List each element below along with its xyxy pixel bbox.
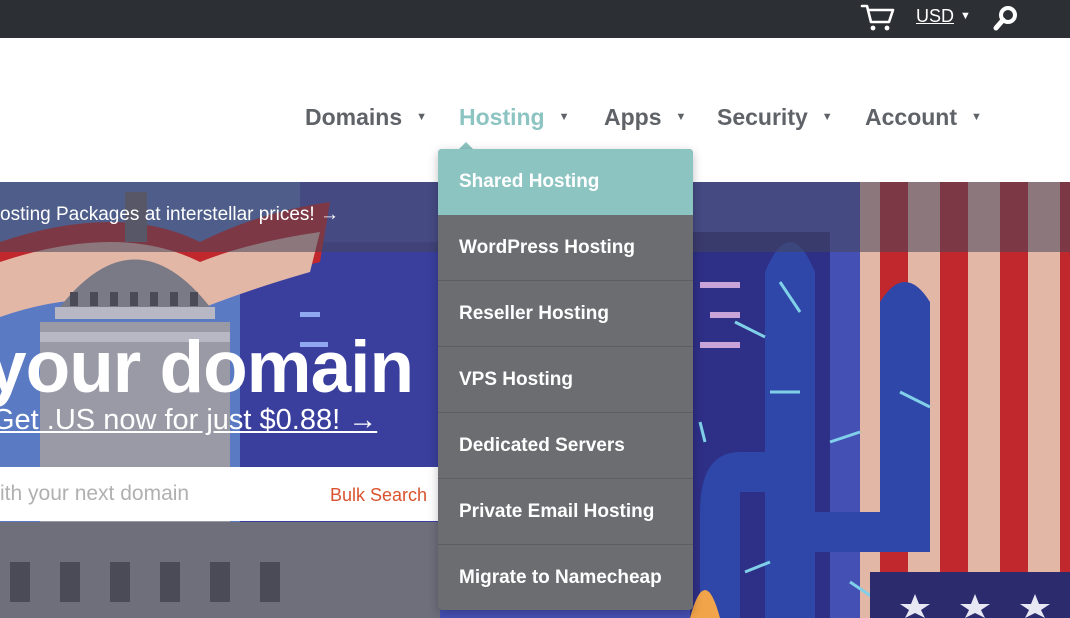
- currency-selector[interactable]: USD ▼: [916, 6, 971, 27]
- menu-item-wordpress-hosting[interactable]: WordPress Hosting: [438, 215, 693, 281]
- nav-item-apps[interactable]: Apps ▼: [604, 104, 686, 131]
- chevron-down-icon: ▼: [821, 111, 833, 123]
- chevron-down-icon: ▼: [960, 10, 971, 22]
- search-icon[interactable]: [992, 4, 1020, 32]
- domain-search-box: Bulk Search: [0, 467, 438, 521]
- nav-item-domains[interactable]: Domains ▼: [305, 104, 427, 131]
- nav-item-label: Hosting: [459, 104, 545, 130]
- menu-item-dedicated-servers[interactable]: Dedicated Servers: [438, 413, 693, 479]
- nav-item-hosting[interactable]: Hosting ▼: [459, 104, 570, 131]
- menu-item-shared-hosting[interactable]: Shared Hosting: [438, 149, 693, 215]
- hero-subline-link[interactable]: Get .US now for just $0.88! →: [0, 404, 377, 437]
- nav-item-label: Apps: [604, 104, 662, 130]
- nav-item-label: Domains: [305, 104, 403, 130]
- hero-headline: your domain: [0, 327, 414, 408]
- bulk-search-link[interactable]: Bulk Search: [330, 485, 427, 506]
- chevron-down-icon: ▼: [558, 111, 570, 123]
- chevron-down-icon: ▼: [971, 111, 982, 123]
- currency-label: USD: [916, 6, 955, 26]
- domain-search-input[interactable]: [0, 467, 320, 521]
- chevron-down-icon: ▼: [675, 111, 687, 123]
- nav-item-account[interactable]: Account ▼: [865, 104, 982, 131]
- hosting-dropdown-menu: Shared Hosting WordPress Hosting Reselle…: [438, 149, 693, 610]
- nav-item-label: Account: [865, 104, 957, 130]
- menu-item-reseller-hosting[interactable]: Reseller Hosting: [438, 281, 693, 347]
- nav-item-security[interactable]: Security ▼: [717, 104, 833, 131]
- nav-item-label: Security: [717, 104, 808, 130]
- chevron-down-icon: ▼: [416, 111, 428, 123]
- menu-item-vps-hosting[interactable]: VPS Hosting: [438, 347, 693, 413]
- promo-text: osting Packages at interstellar prices! …: [0, 204, 339, 225]
- top-bar: USD ▼: [0, 0, 1070, 38]
- menu-item-private-email-hosting[interactable]: Private Email Hosting: [438, 479, 693, 545]
- cart-icon[interactable]: [860, 2, 896, 32]
- menu-item-migrate-to-namecheap[interactable]: Migrate to Namecheap: [438, 545, 693, 610]
